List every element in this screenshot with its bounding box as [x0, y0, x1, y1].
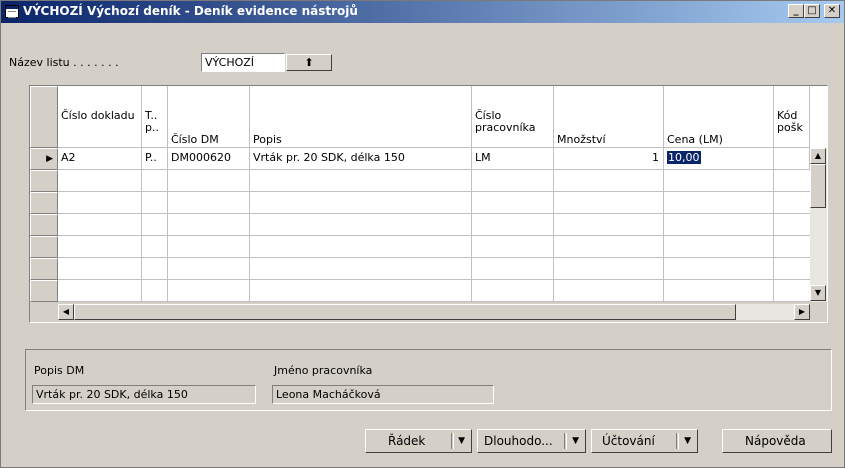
- sheet-name-input[interactable]: VÝCHOZÍ: [201, 53, 285, 72]
- form-icon: [5, 5, 19, 18]
- row-selector[interactable]: [30, 258, 58, 280]
- row-selector[interactable]: [30, 170, 58, 192]
- column-header-unit-cost[interactable]: Cena (LM): [664, 86, 774, 148]
- scroll-left-button[interactable]: ◀: [58, 304, 74, 320]
- tool-journal-window: VÝCHOZÍ Výchozí deník - Deník evidence n…: [0, 0, 845, 468]
- cell-damage-code[interactable]: [774, 148, 810, 170]
- long-term-menu-button[interactable]: Dlouhodo... ▼: [477, 429, 586, 453]
- fa-description-field: Vrták pr. 20 SDK, délka 150: [32, 385, 256, 404]
- horizontal-scroll-thumb[interactable]: [74, 304, 736, 320]
- column-header-employee-no[interactable]: Číslo pracovníka: [472, 86, 554, 148]
- cell-description[interactable]: Vrták pr. 20 SDK, délka 150: [250, 148, 472, 170]
- row-selector[interactable]: [30, 236, 58, 258]
- row-selector[interactable]: [30, 280, 58, 302]
- chevron-down-icon: ▼: [458, 436, 465, 446]
- journal-lines-grid[interactable]: Číslo dokladu T.. p.. Číslo DM Popis Čís…: [29, 85, 828, 323]
- cell-unit-cost[interactable]: 10,00: [664, 148, 774, 170]
- line-menu-button[interactable]: Řádek ▼: [365, 429, 472, 453]
- cell-employee-no[interactable]: LM: [472, 148, 554, 170]
- column-header-damage-code[interactable]: Kód pošk: [774, 86, 810, 148]
- minimize-button[interactable]: _: [788, 4, 804, 18]
- vertical-scrollbar[interactable]: ▲ ▼: [810, 148, 827, 302]
- col-line: [553, 170, 554, 302]
- posting-menu-label: Účtování: [602, 434, 655, 448]
- col-line: [141, 170, 142, 302]
- column-header-description[interactable]: Popis: [250, 86, 472, 148]
- column-header-document-no[interactable]: Číslo dokladu: [58, 86, 142, 148]
- cell-document-no[interactable]: A2: [58, 148, 142, 170]
- row-selector-current[interactable]: ▶: [30, 148, 58, 170]
- sheet-lookup-button[interactable]: ⬆: [286, 54, 332, 71]
- scroll-right-button[interactable]: ▶: [794, 304, 810, 320]
- column-header-quantity[interactable]: Množství: [554, 86, 664, 148]
- col-line: [167, 170, 168, 302]
- col-line: [471, 170, 472, 302]
- col-line: [773, 170, 774, 302]
- col-line: [249, 170, 250, 302]
- employee-name-field: Leona Macháčková: [272, 385, 494, 404]
- window-title: VÝCHOZÍ Výchozí deník - Deník evidence n…: [23, 4, 358, 18]
- close-button[interactable]: ✕: [824, 4, 840, 18]
- column-header-fa-no[interactable]: Číslo DM: [168, 86, 250, 148]
- chevron-down-icon: ▼: [684, 436, 691, 446]
- header-corner: [30, 86, 58, 148]
- lookup-arrow-icon: ⬆: [304, 56, 314, 69]
- row-selector[interactable]: [30, 214, 58, 236]
- current-row-arrow-icon: ▶: [46, 154, 53, 164]
- line-menu-label: Řádek: [388, 434, 426, 448]
- sheet-name-label: Název listu . . . . . . .: [9, 56, 119, 69]
- title-bar[interactable]: VÝCHOZÍ Výchozí deník - Deník evidence n…: [1, 1, 844, 23]
- employee-name-label: Jméno pracovníka: [274, 364, 373, 377]
- col-line: [663, 170, 664, 302]
- row-selector[interactable]: [30, 192, 58, 214]
- help-label: Nápověda: [745, 434, 806, 448]
- empty-row-lines: [58, 170, 810, 302]
- maximize-button[interactable]: □: [804, 4, 820, 18]
- help-button[interactable]: Nápověda: [722, 429, 832, 453]
- cell-entry-type[interactable]: P..: [142, 148, 168, 170]
- cell-fa-no[interactable]: DM000620: [168, 148, 250, 170]
- details-panel: Popis DM Vrták pr. 20 SDK, délka 150 Jmé…: [25, 349, 832, 411]
- cell-quantity[interactable]: 1: [554, 148, 664, 170]
- cell-unit-cost-selected: 10,00: [667, 151, 701, 164]
- chevron-down-icon: ▼: [572, 436, 579, 446]
- long-term-menu-label: Dlouhodo...: [484, 434, 553, 448]
- column-header-entry-type[interactable]: T.. p..: [142, 86, 168, 148]
- scroll-down-button[interactable]: ▼: [810, 285, 826, 301]
- posting-menu-button[interactable]: Účtování ▼: [591, 429, 698, 453]
- vertical-scroll-thumb[interactable]: [810, 164, 826, 208]
- horizontal-scrollbar[interactable]: ◀ ▶: [58, 304, 810, 320]
- scroll-up-button[interactable]: ▲: [810, 148, 826, 164]
- fa-description-label: Popis DM: [34, 364, 85, 377]
